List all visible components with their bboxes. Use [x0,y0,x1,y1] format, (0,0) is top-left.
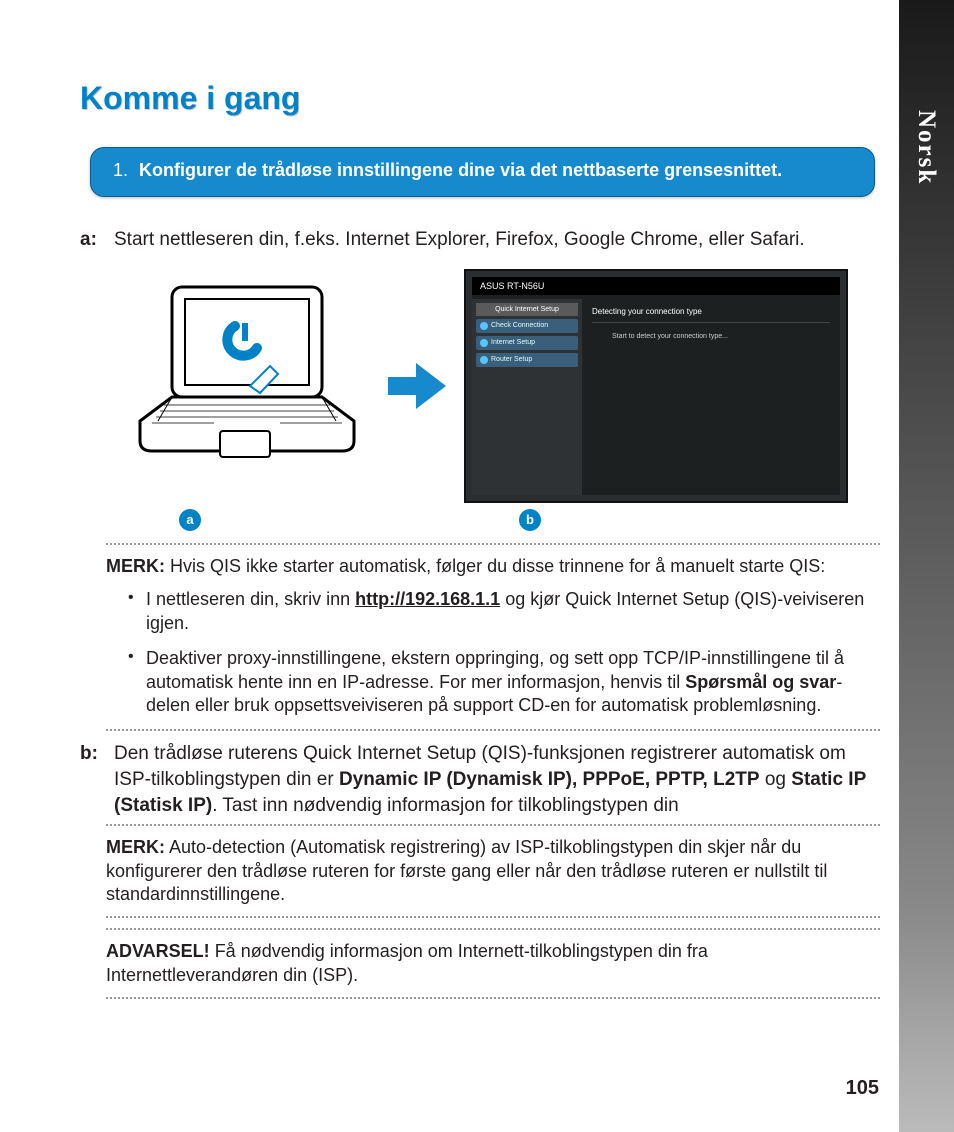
step-1-callout: 1. Konfigurer de trådløse innstillingene… [90,147,875,197]
arrow-icon [388,363,448,409]
page-number: 105 [846,1077,879,1100]
note-label: MERK: [106,837,165,857]
divider [106,824,880,826]
divider [106,543,880,545]
step-a-text: Start nettleseren din, f.eks. Internet E… [114,227,880,253]
note-text: Auto-detection (Automatisk registrering)… [106,837,827,904]
note-bullets: I nettleseren din, skriv inn http://192.… [126,588,880,717]
bullet-item: Deaktiver proxy-innstillingene, ekstern … [126,647,880,717]
router-sidebar-header: Quick Internet Setup [476,303,578,316]
figure-badge-a: a [179,509,201,531]
laptop-illustration [120,281,370,491]
router-sidebar-item: Check Connection [476,319,578,333]
router-detect-text: Start to detect your connection type... [592,333,830,340]
note-label: MERK: [106,556,165,576]
page-title: Komme i gang [80,80,880,117]
router-url: http://192.168.1.1 [355,589,500,609]
figure-badge-row: a b [80,509,880,531]
router-sidebar-item: Router Setup [476,353,578,367]
router-sidebar: Quick Internet Setup Check Connection In… [472,299,582,495]
router-brand: ASUS RT-N56U [472,277,840,295]
callout-text: Konfigurer de trådløse innstillingene di… [139,160,782,180]
warning-label: ADVARSEL! [106,941,210,961]
note-1: MERK: Hvis QIS ikke starter automatisk, … [106,555,880,717]
figure-row: ASUS RT-N56U Quick Internet Setup Check … [120,271,880,501]
step-a-row: a: Start nettleseren din, f.eks. Interne… [80,227,880,253]
note-2: MERK: Auto-detection (Automatisk registr… [106,836,880,906]
language-label: Norsk [912,110,940,185]
step-b-row: b: Den trådløse ruterens Quick Internet … [80,741,880,818]
router-main-header: Detecting your connection type [592,307,830,323]
warning-block: ADVARSEL! Få nødvendig informasjon om In… [106,940,880,987]
divider [106,997,880,999]
note-text: Hvis QIS ikke starter automatisk, følger… [170,556,825,576]
callout-number: 1. [113,158,128,182]
step-a-label: a: [80,227,104,253]
bullet-item: I nettleseren din, skriv inn http://192.… [126,588,880,635]
router-setup-screenshot: ASUS RT-N56U Quick Internet Setup Check … [466,271,846,501]
divider [106,928,880,930]
router-sidebar-item: Internet Setup [476,336,578,350]
figure-badge-b: b [519,509,541,531]
router-main-panel: Detecting your connection type Start to … [582,299,840,348]
divider [106,729,880,731]
page-content: Komme i gang 1. Konfigurer de trådløse i… [0,0,880,1009]
step-b-text: Den trådløse ruterens Quick Internet Set… [114,741,880,818]
step-b-label: b: [80,741,104,818]
divider [106,916,880,918]
